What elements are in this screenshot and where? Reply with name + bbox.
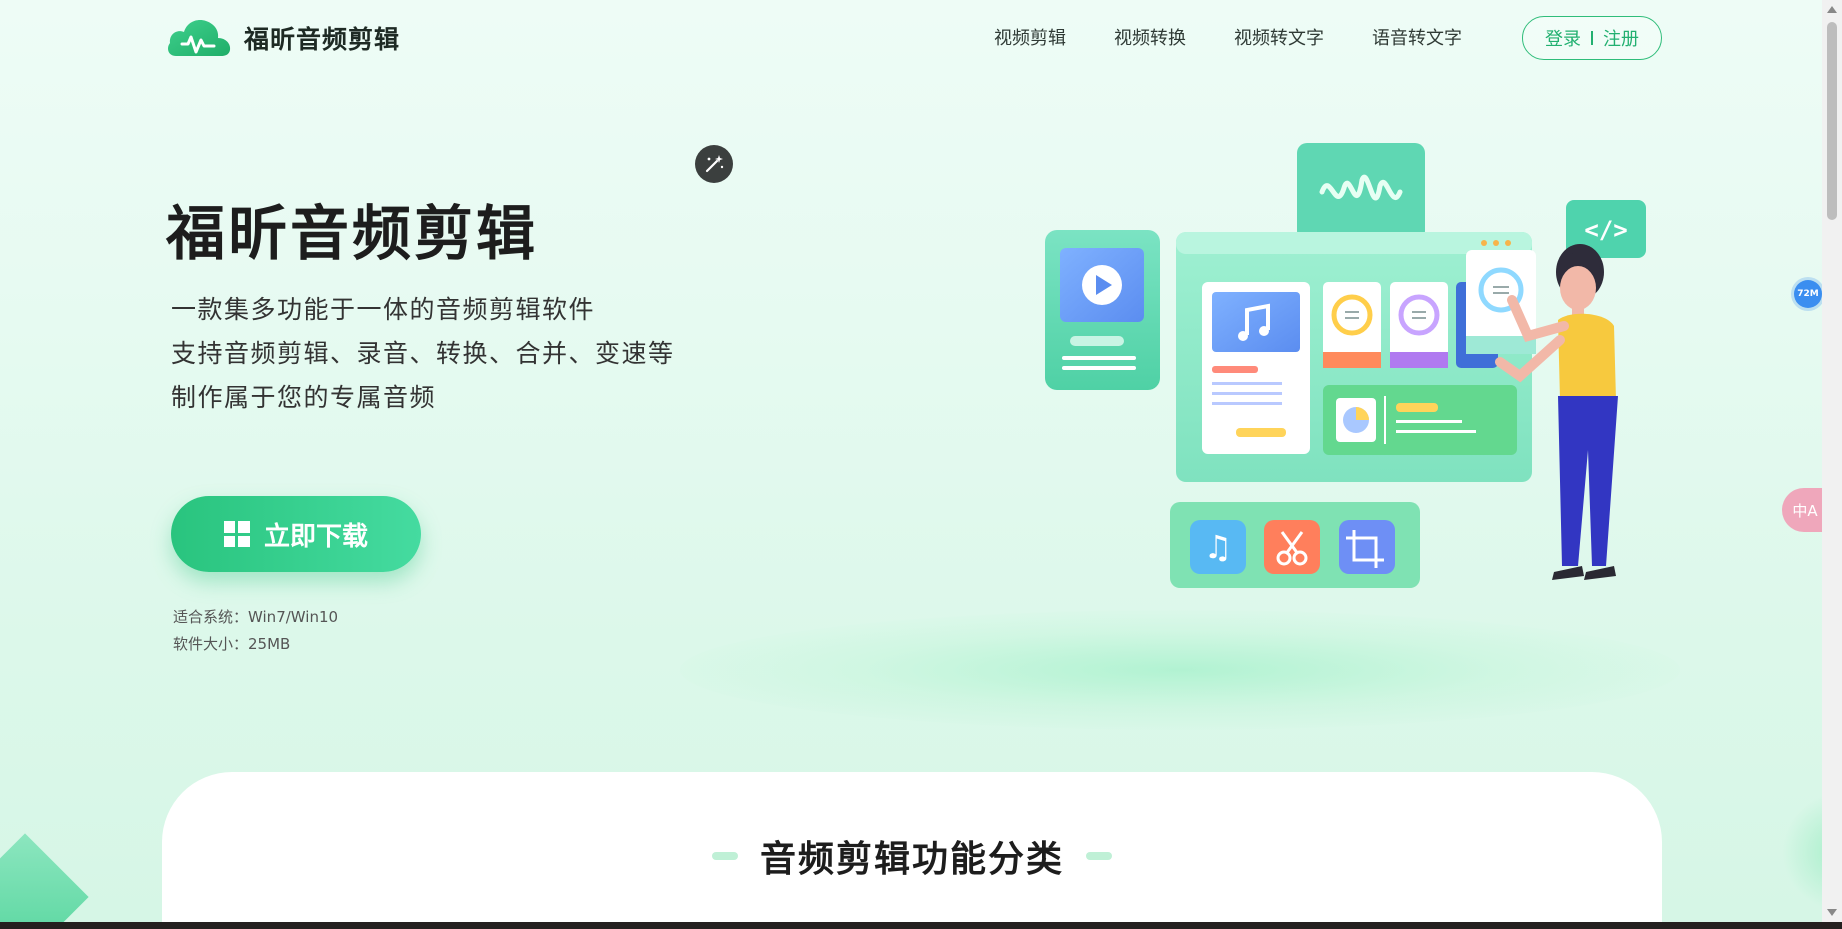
vertical-scrollbar[interactable]: [1822, 0, 1842, 922]
hero-title: 福昕音频剪辑: [166, 199, 539, 268]
windows-icon: [223, 521, 250, 547]
svg-text:</>: </>: [1584, 216, 1627, 244]
scroll-thumb[interactable]: [1827, 22, 1837, 220]
audio-wave-icon: [1297, 143, 1425, 241]
scroll-down-icon[interactable]: [1827, 909, 1837, 916]
heading-dash-left: [711, 852, 738, 860]
nav-video-to-text[interactable]: 视频转文字: [1234, 24, 1324, 50]
download-label: 立即下载: [263, 521, 368, 552]
page-viewport: 福昕音频剪辑 视频剪辑 视频转换 视频转文字 语音转文字 登录 注册 福昕音频剪…: [0, 0, 1822, 922]
music-tool-icon: ♫: [1190, 520, 1246, 574]
heading-dash-right: [1086, 852, 1112, 860]
memory-badge[interactable]: 72M: [1794, 280, 1822, 308]
auth-divider: [1591, 31, 1593, 45]
brand-name: 福昕音频剪辑: [244, 25, 401, 54]
hero-line: 制作属于您的专属音频: [171, 383, 437, 412]
system-requirement: 适合系统：Win7/Win10: [173, 608, 339, 626]
logo-cloud-icon: [166, 16, 232, 60]
features-heading: 音频剪辑功能分类: [162, 830, 1662, 882]
software-size: 软件大小：25MB: [173, 635, 291, 653]
scissors-icon: [1264, 520, 1320, 574]
nav-speech-to-text[interactable]: 语音转文字: [1372, 24, 1462, 50]
site-header: 福昕音频剪辑 视频剪辑 视频转换 视频转文字 语音转文字 登录 注册: [0, 0, 1822, 78]
hero-description: 一款集多功能于一体的音频剪辑软件 支持音频剪辑、录音、转换、合并、变速等 制作属…: [171, 288, 675, 420]
nav-video-edit[interactable]: 视频剪辑: [994, 24, 1066, 50]
auth-button: 登录 注册: [1522, 16, 1662, 60]
scroll-up-icon[interactable]: [1827, 6, 1837, 13]
taskbar-edge: [0, 922, 1842, 929]
crop-icon: [1339, 520, 1395, 574]
hero-line: 支持音频剪辑、录音、转换、合并、变速等: [171, 339, 675, 368]
nav-video-convert[interactable]: 视频转换: [1114, 24, 1186, 50]
features-title: 音频剪辑功能分类: [759, 839, 1064, 880]
register-link[interactable]: 注册: [1603, 25, 1639, 51]
translate-icon[interactable]: 中A: [1782, 488, 1822, 532]
magic-wand-icon[interactable]: [695, 145, 733, 183]
download-button[interactable]: 立即下载: [171, 496, 421, 572]
hero-line: 一款集多功能于一体的音频剪辑软件: [171, 295, 596, 324]
software-info: 适合系统：Win7/Win10 软件大小：25MB: [173, 604, 338, 658]
hero-illustration: </> ♫: [1040, 130, 1680, 750]
play-icon: [1045, 230, 1160, 390]
main-nav: 视频剪辑 视频转换 视频转文字 语音转文字: [994, 24, 1462, 50]
brand-logo[interactable]: 福昕音频剪辑: [166, 16, 400, 60]
corner-decoration: [0, 833, 89, 922]
corner-glow-decoration: [1782, 792, 1822, 912]
features-section: 音频剪辑功能分类: [162, 772, 1662, 922]
svg-text:♫: ♫: [1204, 528, 1233, 566]
login-link[interactable]: 登录: [1545, 25, 1581, 51]
music-note-icon: [1202, 282, 1310, 454]
